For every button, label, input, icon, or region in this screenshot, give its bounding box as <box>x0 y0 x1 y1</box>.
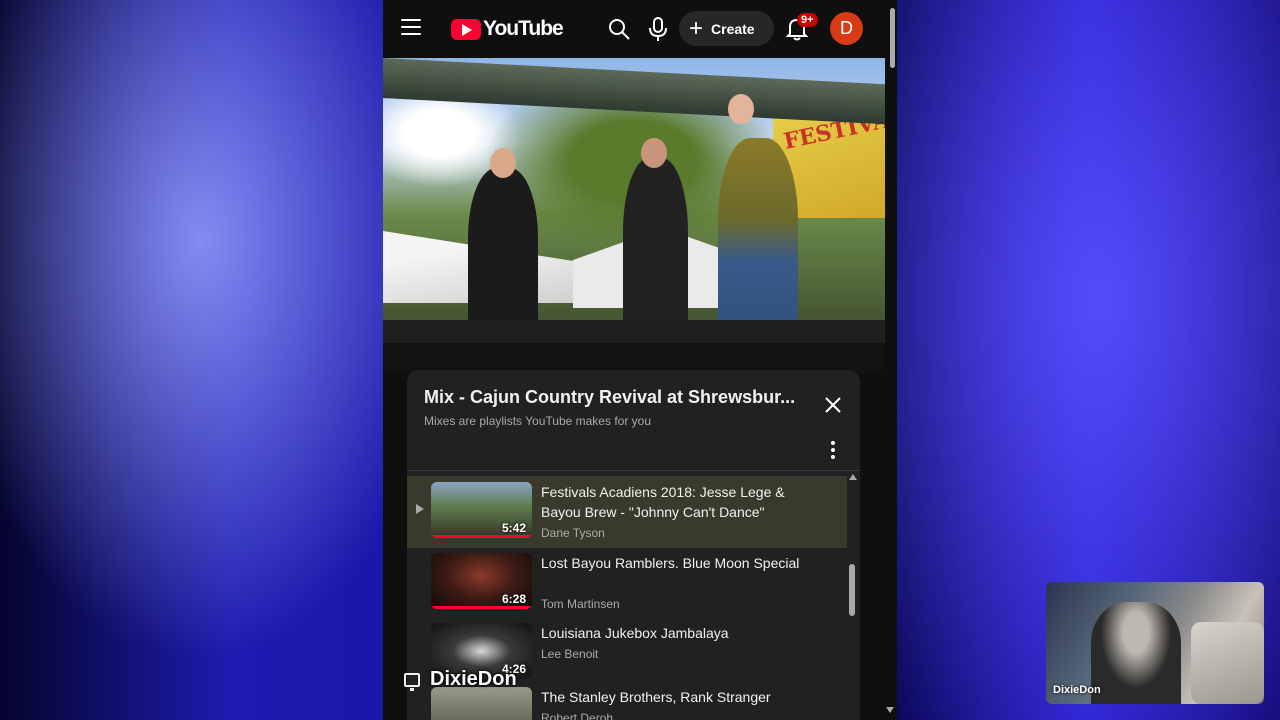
youtube-window: YouTube + Create 9+ D FESTIVA Mix - Caju… <box>383 0 897 720</box>
more-options-icon[interactable] <box>831 441 837 459</box>
item-title[interactable]: The Stanley Brothers, Rank Stranger <box>541 687 811 707</box>
notification-badge: 9+ <box>797 13 818 27</box>
playlist-item[interactable]: 6:28 Lost Bayou Ramblers. Blue Moon Spec… <box>407 547 847 619</box>
playlist-title: Mix - Cajun Country Revival at Shrewsbur… <box>424 387 796 407</box>
item-title[interactable]: Lost Bayou Ramblers. Blue Moon Special <box>541 553 811 573</box>
fiddler-middle-head <box>641 138 667 168</box>
playlist-subtitle: Mixes are playlists YouTube makes for yo… <box>424 414 651 428</box>
watched-progress-bar <box>431 606 532 609</box>
stream-overlay: DixieDon <box>404 668 517 691</box>
close-icon[interactable] <box>824 396 842 414</box>
page-scrollbar[interactable] <box>890 8 895 68</box>
item-channel[interactable]: Lee Benoit <box>541 647 598 661</box>
fiddler-left <box>468 168 538 343</box>
list-scroll-up-arrow-icon[interactable] <box>849 474 857 480</box>
microphone-icon[interactable] <box>647 16 669 42</box>
item-title[interactable]: Festivals Acadiens 2018: Jesse Lege & Ba… <box>541 482 811 522</box>
list-scrollbar-thumb[interactable] <box>849 564 855 616</box>
watched-progress-bar <box>431 535 532 538</box>
video-below-area <box>383 343 885 373</box>
webcam-feed: DixieDon <box>1046 582 1264 704</box>
youtube-logo[interactable]: YouTube <box>451 17 564 41</box>
plus-icon: + <box>689 14 704 42</box>
youtube-header: YouTube + Create 9+ D <box>383 0 897 68</box>
fiddler-middle <box>623 158 688 343</box>
webcam-couch <box>1191 622 1264 704</box>
monitor-icon <box>404 672 420 691</box>
duration-badge: 5:42 <box>501 521 526 535</box>
menu-icon[interactable] <box>401 19 421 37</box>
playlist-item[interactable]: 5:42 Festivals Acadiens 2018: Jesse Lege… <box>407 476 847 548</box>
webcam-name-label: DixieDon <box>1053 684 1101 696</box>
panel-divider <box>407 470 860 471</box>
search-icon[interactable] <box>607 17 631 41</box>
stage-floor <box>383 320 885 343</box>
create-button[interactable]: + Create <box>679 11 774 46</box>
item-channel[interactable]: Tom Martinsen <box>541 597 620 611</box>
create-label: Create <box>711 20 755 37</box>
youtube-logo-text: YouTube <box>483 17 564 40</box>
item-channel[interactable]: Dane Tyson <box>541 526 605 540</box>
accordion-player <box>718 138 798 343</box>
item-channel[interactable]: Robert Deroh <box>541 711 613 720</box>
duration-badge: 6:28 <box>501 592 526 606</box>
page-scroll-down-arrow-icon[interactable] <box>886 707 894 713</box>
fiddler-left-head <box>490 148 516 178</box>
video-thumbnail[interactable] <box>431 687 532 720</box>
video-player[interactable]: FESTIVA <box>383 58 885 343</box>
now-playing-icon <box>416 504 424 514</box>
avatar[interactable]: D <box>830 12 863 45</box>
video-thumbnail[interactable]: 6:28 <box>431 553 532 609</box>
youtube-play-logo-icon <box>451 18 481 40</box>
stream-overlay-name: DixieDon <box>430 668 517 690</box>
item-title[interactable]: Louisiana Jukebox Jambalaya <box>541 623 811 643</box>
video-thumbnail[interactable]: 5:42 <box>431 482 532 538</box>
accordion-player-head <box>728 94 754 124</box>
webcam-person <box>1091 602 1181 704</box>
